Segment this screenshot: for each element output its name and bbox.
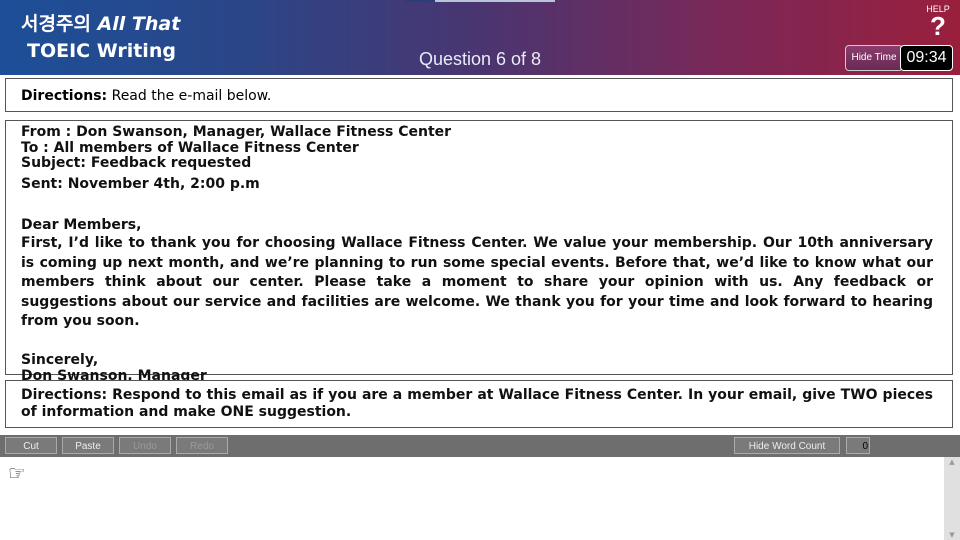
logo-all-that: All That (97, 13, 181, 35)
email-subject: Subject: Feedback requested (21, 155, 252, 171)
editor-toolbar: Cut Paste Undo Redo Hide Word Count 0 (0, 435, 960, 457)
countdown-timer: 09:34 (900, 45, 953, 71)
email-from: From : Don Swanson, Manager, Wallace Fit… (21, 124, 452, 140)
directions-panel-bottom: Directions: Respond to this email as if … (5, 380, 953, 428)
directions-instruction: Read the e-mail below. (111, 88, 272, 104)
logo-korean: 서경주의 (21, 13, 91, 35)
directions-panel-top: Directions: Read the e-mail below. (5, 78, 953, 112)
email-body: First, I’d like to thank you for choosin… (21, 235, 933, 329)
scroll-down-arrow-icon[interactable]: ▼ (944, 530, 960, 540)
redo-button[interactable]: Redo (176, 437, 228, 454)
response-directions: Directions: Respond to this email as if … (21, 387, 933, 420)
scroll-up-arrow-icon[interactable]: ▲ (944, 457, 960, 467)
undo-button[interactable]: Undo (119, 437, 171, 454)
email-greeting: Dear Members, (21, 217, 142, 233)
help-button[interactable]: HELP ? (918, 4, 958, 41)
editor-scrollbar[interactable]: ▲ ▼ (944, 457, 960, 540)
word-count-display: 0 (846, 437, 870, 454)
email-to: To : All members of Wallace Fitness Cent… (21, 139, 359, 156)
email-sent: Sent: November 4th, 2:00 p.m (21, 175, 260, 192)
logo-toeic-writing: TOEIC Writing (27, 40, 176, 62)
paste-button[interactable]: Paste (62, 437, 114, 454)
question-progress: Question 6 of 8 (418, 49, 542, 69)
directions-top-text: Directions: Read the e-mail below. (21, 88, 271, 104)
hide-word-count-button[interactable]: Hide Word Count (734, 437, 840, 454)
response-text-area[interactable]: ☞ (0, 457, 944, 540)
header-bar: 서경주의 All That TOEIC Writing Question 6 o… (0, 0, 960, 75)
hide-time-button[interactable]: Hide Time (845, 45, 903, 71)
help-question-icon: ? (930, 11, 946, 41)
directions-label: Directions: (21, 88, 108, 104)
top-progress-fill (405, 0, 435, 2)
cut-button[interactable]: Cut (5, 437, 57, 454)
email-panel: From : Don Swanson, Manager, Wallace Fit… (5, 120, 953, 384)
email-content: From : Don Swanson, Manager, Wallace Fit… (21, 124, 933, 383)
app-logo: 서경주의 All That TOEIC Writing (21, 11, 180, 65)
pointing-hand-icon: ☞ (8, 461, 26, 485)
email-closing: Sincerely, (21, 351, 99, 368)
